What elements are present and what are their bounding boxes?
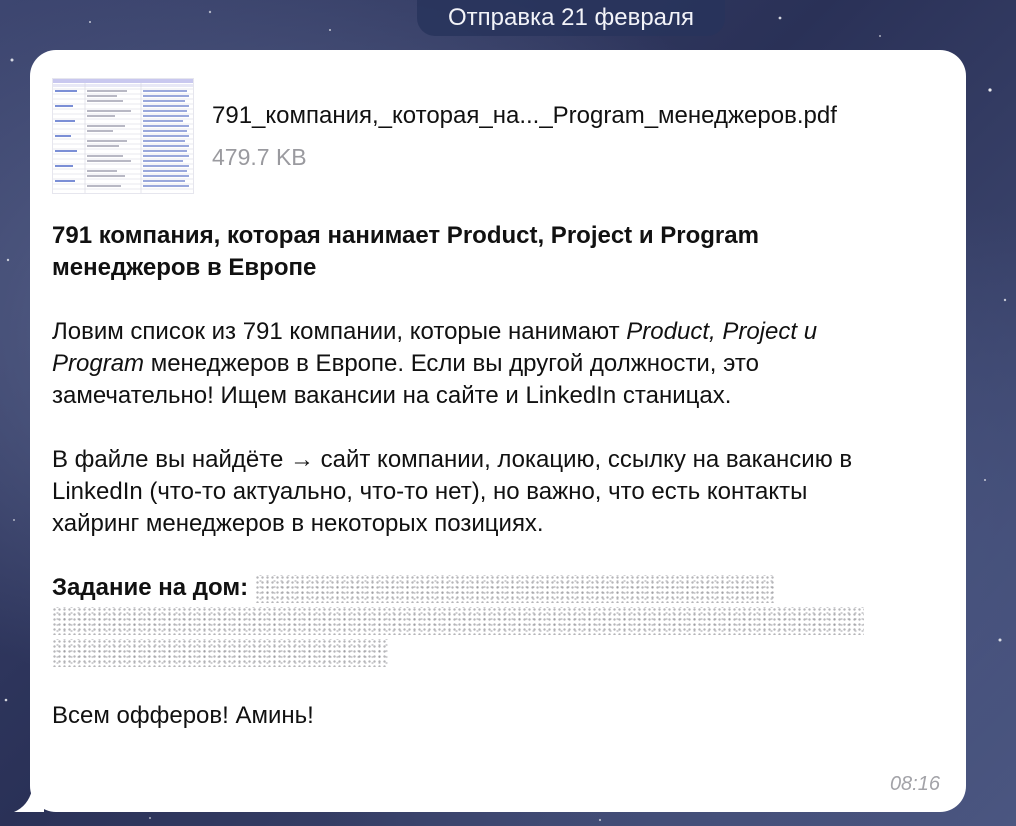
closing-line: Всем офферов! Аминь! (52, 702, 314, 729)
pdf-preview-thumbnail[interactable] (52, 78, 194, 194)
task-label: Задание на дом: (52, 574, 249, 601)
message-time: 08:16 (889, 773, 940, 795)
task-block: Задание на дом: (52, 572, 892, 668)
paragraph-1-text-b: менеджеров в Европе. Если вы другой долж… (52, 350, 759, 409)
paragraph-1-text-a: Ловим список из 791 компании, которые на… (52, 318, 627, 345)
hidden-spoiler[interactable] (52, 606, 864, 635)
date-separator: Отправка 21 февраля (417, 0, 725, 36)
hidden-spoiler[interactable] (254, 574, 775, 603)
message-text: 791 компания, которая нанимает Product, … (52, 220, 892, 732)
message-bubble: 791_компания,_которая_на..._Program_мене… (30, 50, 966, 812)
file-name-link[interactable]: 791_компания,_которая_на..._Program_мене… (212, 102, 837, 130)
heading-line-1: 791 компания, которая нанимает Product, … (52, 222, 759, 249)
hidden-spoiler[interactable] (52, 638, 388, 667)
heading-line-2: менеджеров в Европе (52, 254, 317, 281)
paragraph-2: В файле вы найдёте → сайт компании, лока… (52, 446, 853, 537)
message-heading: 791 компания, которая нанимает Product, … (52, 220, 892, 284)
file-size: 479.7 KB (212, 144, 307, 170)
paragraph-1: Ловим список из 791 компании, которые на… (52, 316, 832, 412)
